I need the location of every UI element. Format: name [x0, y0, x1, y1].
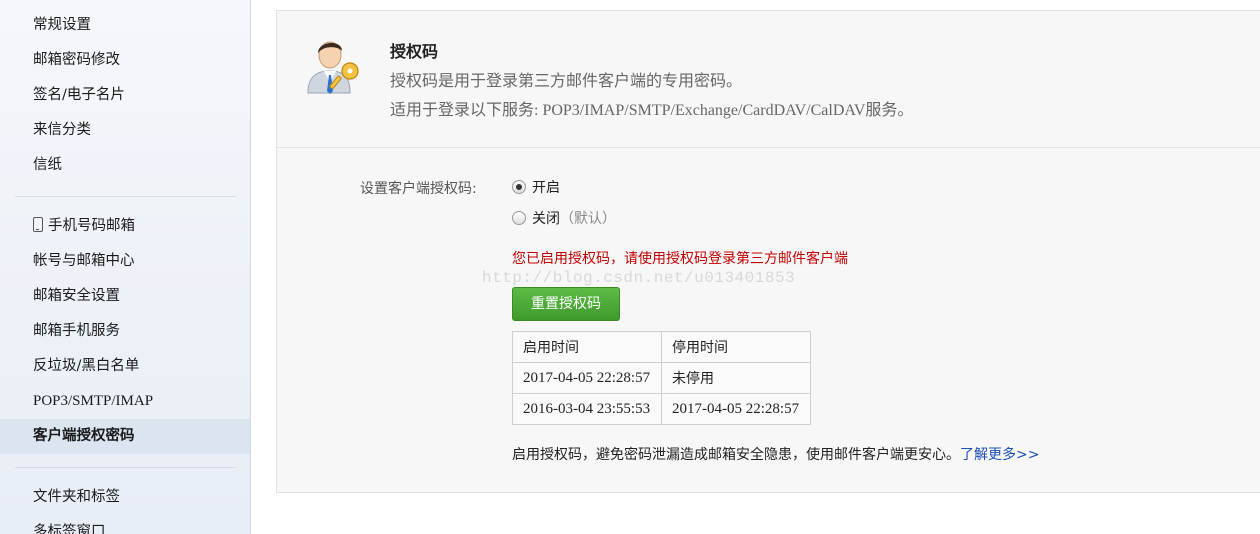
sidebar-item-phone-mailbox[interactable]: 手机号码邮箱: [0, 209, 250, 244]
radio-disable-label: 关闭: [532, 211, 560, 227]
table-cell-enabled-time: 2017-04-05 22:28:57: [512, 362, 662, 394]
sidebar-item-label: POP3/SMTP/IMAP: [33, 393, 154, 409]
sidebar-item-pop3-smtp-imap[interactable]: POP3/SMTP/IMAP: [0, 384, 250, 419]
sidebar-item-label: 邮箱安全设置: [33, 288, 120, 304]
default-note: （默认）: [560, 211, 616, 227]
sidebar-item-mail-filter[interactable]: 来信分类: [0, 113, 250, 148]
table-cell-enabled-time: 2016-03-04 23:55:53: [512, 393, 662, 425]
user-key-icon: [307, 41, 359, 94]
radio-enable-control[interactable]: [512, 180, 526, 194]
page-title: 授权码: [390, 42, 439, 61]
sidebar-item-multi-tab[interactable]: 多标签窗口: [0, 515, 250, 534]
header-description: 授权码是用于登录第三方邮件客户端的专用密码。: [390, 71, 743, 90]
column-header-enabled-time: 启用时间: [512, 331, 662, 363]
phone-icon: [33, 217, 43, 232]
table-header-row: 启用时间 停用时间: [512, 331, 811, 363]
sidebar-item-antispam[interactable]: 反垃圾/黑白名单: [0, 349, 250, 384]
auth-code-setting-label: 设置客户端授权码:: [360, 181, 477, 197]
learn-more-link[interactable]: 了解更多>>: [960, 447, 1039, 463]
panel-header: 授权码 授权码是用于登录第三方邮件客户端的专用密码。 适用于登录以下服务: PO…: [277, 11, 1260, 148]
sidebar-item-label: 文件夹和标签: [33, 489, 120, 505]
column-header-disabled-time: 停用时间: [661, 331, 811, 363]
table-row: 2016-03-04 23:55:53 2017-04-05 22:28:57: [512, 393, 811, 425]
sidebar-item-label: 反垃圾/黑白名单: [33, 358, 140, 374]
sidebar-item-password[interactable]: 邮箱密码修改: [0, 43, 250, 78]
sidebar-item-security[interactable]: 邮箱安全设置: [0, 279, 250, 314]
sidebar-item-stationery[interactable]: 信纸: [0, 148, 250, 183]
table-cell-disabled-time: 2017-04-05 22:28:57: [661, 393, 811, 425]
sidebar-item-label: 帐号与邮箱中心: [33, 253, 135, 269]
auth-history-table: 启用时间 停用时间 2017-04-05 22:28:57 未停用 2016-0…: [512, 331, 811, 425]
sidebar-item-label: 来信分类: [33, 122, 91, 138]
radio-disable[interactable]: 关闭（默认）: [512, 209, 616, 229]
sidebar-item-general[interactable]: 常规设置: [0, 8, 250, 43]
table-row: 2017-04-05 22:28:57 未停用: [512, 362, 811, 394]
auth-code-panel: 授权码 授权码是用于登录第三方邮件客户端的专用密码。 适用于登录以下服务: PO…: [276, 10, 1260, 493]
sidebar-item-label: 手机号码邮箱: [48, 218, 135, 234]
enabled-notice: 您已启用授权码，请使用授权码登录第三方邮件客户端: [512, 251, 848, 267]
sidebar-divider: [15, 467, 236, 468]
sidebar-item-label: 常规设置: [33, 17, 91, 33]
settings-sidebar: 常规设置 邮箱密码修改 签名/电子名片 来信分类 信纸 手机号码邮箱 帐号与邮箱…: [0, 0, 251, 534]
sidebar-item-folders-labels[interactable]: 文件夹和标签: [0, 480, 250, 515]
table-cell-disabled-time: 未停用: [661, 362, 811, 394]
sidebar-item-signature[interactable]: 签名/电子名片: [0, 78, 250, 113]
footer-text: 启用授权码，避免密码泄漏造成邮箱安全隐患，使用邮件客户端更安心。: [512, 447, 960, 463]
sidebar-item-label: 邮箱手机服务: [33, 323, 120, 339]
radio-enable-label: 开启: [532, 180, 560, 196]
watermark: http://blog.csdn.net/u013401853: [482, 269, 796, 287]
sidebar-item-label: 信纸: [33, 157, 62, 173]
sidebar-item-label: 多标签窗口: [33, 524, 106, 534]
sidebar-divider: [15, 196, 236, 197]
radio-enable[interactable]: 开启: [512, 178, 560, 198]
sidebar-item-account-center[interactable]: 帐号与邮箱中心: [0, 244, 250, 279]
sidebar-item-label: 签名/电子名片: [33, 87, 125, 103]
reset-auth-code-button[interactable]: 重置授权码: [512, 287, 620, 321]
radio-disable-control[interactable]: [512, 211, 526, 225]
header-services: 适用于登录以下服务: POP3/IMAP/SMTP/Exchange/CardD…: [390, 102, 914, 119]
sidebar-item-client-auth-code[interactable]: 客户端授权密码: [0, 419, 250, 454]
sidebar-item-mobile-service[interactable]: 邮箱手机服务: [0, 314, 250, 349]
sidebar-item-label: 客户端授权密码: [33, 428, 135, 444]
footer-note: 启用授权码，避免密码泄漏造成邮箱安全隐患，使用邮件客户端更安心。了解更多>>: [512, 444, 1039, 464]
sidebar-item-label: 邮箱密码修改: [33, 52, 120, 68]
